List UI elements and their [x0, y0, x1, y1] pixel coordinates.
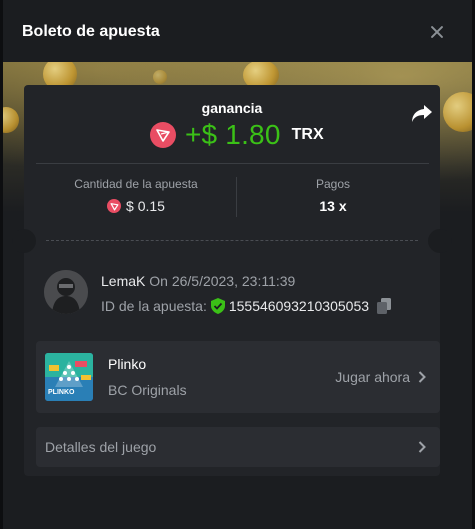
bet-id-line: ID de la apuesta: 155546093210305053 [101, 298, 392, 314]
game-provider: BC Originals [108, 382, 187, 398]
bet-amount-value: $ 0.15 [126, 198, 165, 214]
win-amount-row: +$ 1.80 TRX [150, 119, 324, 151]
play-now-button[interactable]: Jugar ahora [335, 369, 426, 385]
game-details-label: Detalles del juego [45, 439, 157, 455]
payout-stat: Pagos 13 x [237, 177, 429, 214]
divider [36, 163, 429, 164]
avatar[interactable] [44, 270, 88, 314]
game-details-row[interactable]: Detalles del juego [36, 427, 440, 467]
thumbnail-text: PLINKO [48, 389, 75, 396]
chevron-right-icon [418, 371, 426, 383]
chevron-right-icon [418, 441, 426, 453]
user-info: LemaK On 26/5/2023, 23:11:39 [101, 273, 295, 289]
verified-shield-icon [210, 298, 225, 314]
ticket-perforation [46, 240, 418, 241]
ticket-notch-left [12, 229, 36, 253]
trx-coin-icon [107, 199, 122, 213]
share-icon[interactable] [411, 104, 433, 124]
plinko-game-thumbnail: PLINKO [45, 353, 93, 401]
payout-label: Pagos [315, 177, 351, 191]
bet-timestamp: On 26/5/2023, 23:11:39 [149, 273, 296, 289]
bet-slip-modal: Boleto de apuesta ganancia +$ 1.80 TRX C… [3, 0, 472, 529]
win-currency: TRX [291, 126, 324, 143]
ticket-notch-right [428, 229, 452, 253]
modal-header: Boleto de apuesta [3, 0, 472, 62]
close-icon[interactable] [428, 23, 446, 41]
bet-amount-label: Cantidad de la apuesta [74, 177, 198, 191]
result-label: ganancia [201, 100, 263, 116]
payout-value: 13 x [319, 198, 347, 214]
user-name[interactable]: LemaK [101, 273, 145, 289]
game-link-row[interactable]: PLINKO Plinko BC Originals Jugar ahora [36, 341, 440, 413]
modal-title: Boleto de apuesta [22, 23, 160, 40]
bet-ticket-card: ganancia +$ 1.80 TRX Cantidad de la apue… [12, 85, 452, 476]
copy-icon[interactable] [377, 298, 392, 314]
play-now-label: Jugar ahora [335, 369, 410, 385]
bet-amount-stat: Cantidad de la apuesta $ 0.15 [36, 177, 236, 214]
trx-coin-icon [150, 122, 176, 148]
win-amount: +$ 1.80 [185, 119, 281, 150]
bet-id-value: 155546093210305053 [228, 298, 370, 314]
bet-id-label: ID de la apuesta: [101, 298, 207, 314]
game-name: Plinko [108, 356, 147, 372]
